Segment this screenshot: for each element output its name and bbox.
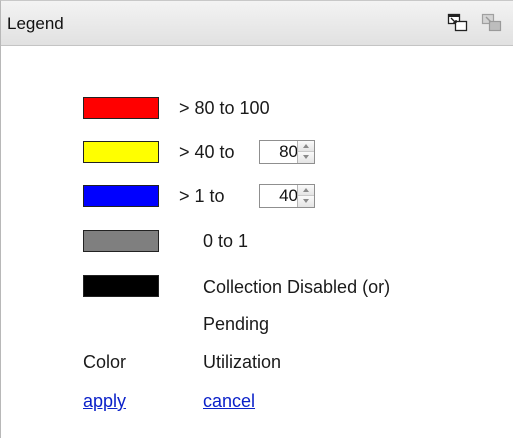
spin-down-button[interactable] (298, 152, 314, 163)
range-label-pending: Pending (203, 314, 270, 334)
color-column-caption: Color (83, 352, 127, 372)
restore-window-icon[interactable] (447, 13, 469, 33)
range-label-high: > 80 to 100 (179, 98, 270, 118)
arrow-down-icon (303, 199, 309, 203)
low-threshold-spinner[interactable] (259, 184, 315, 208)
legend-row-disabled: Collection Disabled (or) Pending (1, 273, 513, 337)
color-swatch-gray (83, 230, 159, 252)
legend-row-zero: 0 to 1 (1, 228, 513, 258)
apply-link[interactable]: apply (83, 391, 126, 412)
popout-window-icon[interactable] (481, 13, 503, 33)
spin-up-button[interactable] (298, 141, 314, 152)
utilization-column-caption: Utilization (203, 352, 282, 372)
legend-row-low: > 1 to (1, 183, 513, 213)
color-swatch-yellow (83, 141, 159, 163)
low-threshold-stepper (297, 185, 314, 207)
color-swatch-blue (83, 185, 159, 207)
arrow-down-icon (303, 155, 309, 159)
legend-row-mid: > 40 to (1, 139, 513, 169)
range-label-low: > 1 to (179, 186, 225, 206)
legend-header: Legend (1, 1, 513, 46)
mid-threshold-spinner[interactable] (259, 140, 315, 164)
low-threshold-input[interactable] (260, 185, 298, 207)
mid-threshold-stepper (297, 141, 314, 163)
range-label-zero: 0 to 1 (203, 231, 249, 251)
arrow-up-icon (303, 144, 309, 148)
legend-row-high: > 80 to 100 (1, 95, 513, 125)
legend-panel: Legend > 80 to 100 > 40 to 80 > 1 to 40 … (0, 0, 513, 438)
range-label-disabled: Collection Disabled (or) (203, 277, 391, 297)
range-label-mid: > 40 to (179, 142, 235, 162)
spin-up-button[interactable] (298, 185, 314, 196)
cancel-link[interactable]: cancel (203, 391, 255, 412)
arrow-up-icon (303, 188, 309, 192)
color-swatch-red (83, 97, 159, 119)
spin-down-button[interactable] (298, 196, 314, 207)
color-swatch-black (83, 275, 159, 297)
mid-threshold-input[interactable] (260, 141, 298, 163)
legend-title: Legend (7, 14, 64, 33)
